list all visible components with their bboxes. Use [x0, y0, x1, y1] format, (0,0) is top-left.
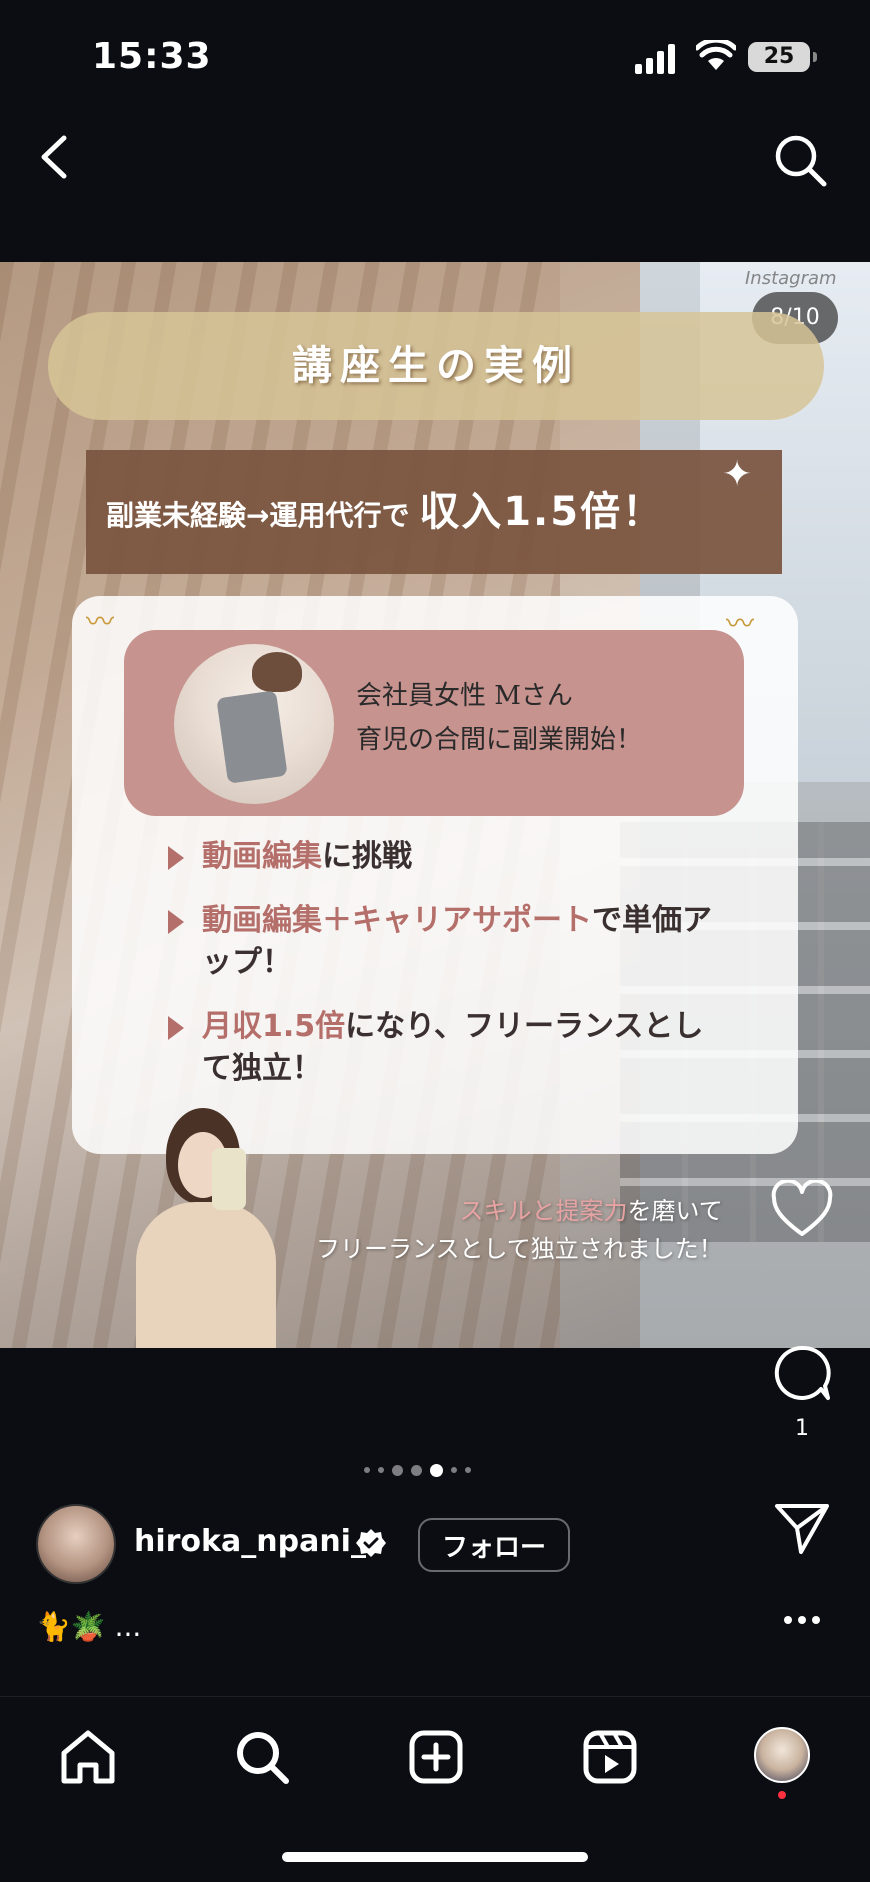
battery-indicator: 25 — [748, 42, 817, 72]
carousel-dots — [364, 1462, 471, 1478]
watermark-text: Instagram — [745, 268, 837, 289]
wifi-icon — [696, 40, 736, 70]
comment-count: 1 — [795, 1416, 809, 1441]
verified-badge-icon — [356, 1529, 386, 1557]
info-card: 〰 〰 会社員女性 Mさん 育児の合間に副業開始！ 動画編集に挑戦 動画編集＋キ… — [72, 596, 798, 1154]
bullet-highlight: 動画編集 — [202, 839, 322, 874]
carousel-dot — [465, 1467, 471, 1473]
person-illustration — [126, 1108, 286, 1348]
bullet-highlight: 月収1.5倍 — [202, 1009, 346, 1044]
bullet-highlight: 動画編集＋キャリアサポート — [202, 903, 592, 938]
carousel-dot — [411, 1464, 422, 1476]
carousel-dot — [392, 1464, 403, 1476]
profile-line1: 会社員女性 Mさん — [356, 681, 573, 711]
search-icon[interactable] — [232, 1727, 292, 1787]
carousel-dot — [378, 1467, 384, 1473]
bullet-list: 動画編集に挑戦 動画編集＋キャリアサポートで単価アップ！ 月収1.5倍になり、フ… — [168, 836, 728, 1112]
user-avatar[interactable] — [36, 1504, 116, 1584]
search-icon[interactable] — [772, 132, 828, 188]
post-caption[interactable]: 🐈🪴 ... — [36, 1610, 141, 1643]
more-icon[interactable] — [770, 1614, 834, 1626]
profile-box: 会社員女性 Mさん 育児の合間に副業開始！ — [124, 630, 744, 816]
script-highlight: スキルと提案力 — [459, 1197, 628, 1225]
script-text: を磨いて — [627, 1197, 723, 1225]
username[interactable]: hiroka_npani_ — [134, 1524, 366, 1559]
profile-photo — [174, 644, 334, 804]
carousel-dot — [364, 1467, 370, 1473]
signal-icon — [635, 44, 675, 74]
follow-button[interactable]: フォロー — [418, 1518, 570, 1572]
create-icon[interactable] — [406, 1727, 466, 1787]
home-icon[interactable] — [58, 1727, 118, 1787]
chevron-left-icon[interactable] — [34, 132, 74, 182]
photo-tablet — [216, 690, 288, 784]
post-subtitle: 副業未経験→運用代行で 収入1.5倍！ — [86, 450, 782, 574]
bullet-item: 月収1.5倍になり、フリーランスとして独立！ — [168, 1006, 728, 1090]
subtitle-emphasis: 収入1.5倍！ — [419, 489, 665, 535]
script-caption: スキルと提案力を磨いて フリーランスとして独立されました！ — [316, 1192, 723, 1268]
confetti-icon: 〰 — [86, 605, 115, 638]
profile-text: 会社員女性 Mさん 育児の合間に副業開始！ — [356, 674, 642, 762]
reels-icon[interactable] — [580, 1727, 640, 1787]
bullet-item: 動画編集に挑戦 — [168, 836, 728, 878]
profile-avatar[interactable] — [754, 1727, 810, 1783]
heart-icon[interactable] — [770, 1180, 834, 1238]
profile-line2: 育児の合間に副業開始！ — [356, 725, 643, 755]
bullet-item: 動画編集＋キャリアサポートで単価アップ！ — [168, 900, 728, 984]
bullet-text: に挑戦 — [322, 839, 412, 874]
subtitle-prefix: 副業未経験→運用代行で — [106, 499, 410, 532]
send-icon[interactable] — [770, 1502, 834, 1556]
home-indicator — [282, 1852, 588, 1862]
status-time: 15:33 — [92, 36, 212, 77]
status-bar: 15:33 25 — [0, 0, 870, 110]
script-line2: フリーランスとして独立されました！ — [316, 1235, 723, 1263]
photo-hair — [252, 652, 302, 692]
notification-dot — [778, 1791, 786, 1799]
sparkle-icon: ✦ — [722, 454, 753, 495]
post-image[interactable]: Instagram 8/10 講座生の実例 副業未経験→運用代行で 収入1.5倍… — [0, 262, 870, 1348]
person-phone — [212, 1148, 246, 1210]
post-title: 講座生の実例 — [48, 312, 824, 420]
comment-icon[interactable] — [770, 1344, 834, 1402]
carousel-dot — [451, 1467, 457, 1473]
person-body — [136, 1202, 276, 1348]
carousel-dot-active — [430, 1463, 443, 1477]
